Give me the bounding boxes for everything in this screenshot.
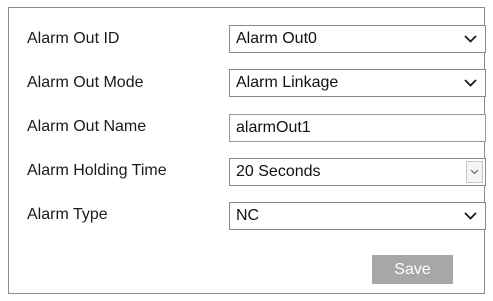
chevron-down-icon (464, 212, 477, 220)
chevron-down-icon (464, 79, 477, 87)
alarm-holding-time-value: 20 Seconds (236, 163, 321, 180)
alarm-out-settings-panel: Alarm Out ID Alarm Out0 Alarm Out Mode A… (8, 7, 486, 294)
save-button[interactable]: Save (372, 255, 453, 284)
alarm-holding-time-select[interactable]: 20 Seconds (229, 158, 486, 186)
alarm-out-name-label: Alarm Out Name (27, 118, 147, 135)
alarm-out-mode-select[interactable]: Alarm Linkage (229, 69, 486, 97)
alarm-out-name-input[interactable]: alarmOut1 (229, 114, 486, 142)
alarm-type-value: NC (236, 207, 260, 224)
alarm-out-mode-value: Alarm Linkage (236, 74, 339, 91)
alarm-out-id-value: Alarm Out0 (236, 30, 317, 47)
dropdown-arrow-button[interactable] (466, 161, 483, 183)
alarm-type-label: Alarm Type (27, 206, 108, 223)
chevron-down-icon (470, 169, 479, 175)
alarm-type-select[interactable]: NC (229, 202, 486, 230)
chevron-down-icon (464, 35, 477, 43)
alarm-out-name-value: alarmOut1 (236, 119, 311, 136)
alarm-out-id-select[interactable]: Alarm Out0 (229, 25, 486, 53)
alarm-holding-time-label: Alarm Holding Time (27, 162, 167, 179)
alarm-out-id-label: Alarm Out ID (27, 30, 120, 47)
alarm-out-mode-label: Alarm Out Mode (27, 74, 144, 91)
